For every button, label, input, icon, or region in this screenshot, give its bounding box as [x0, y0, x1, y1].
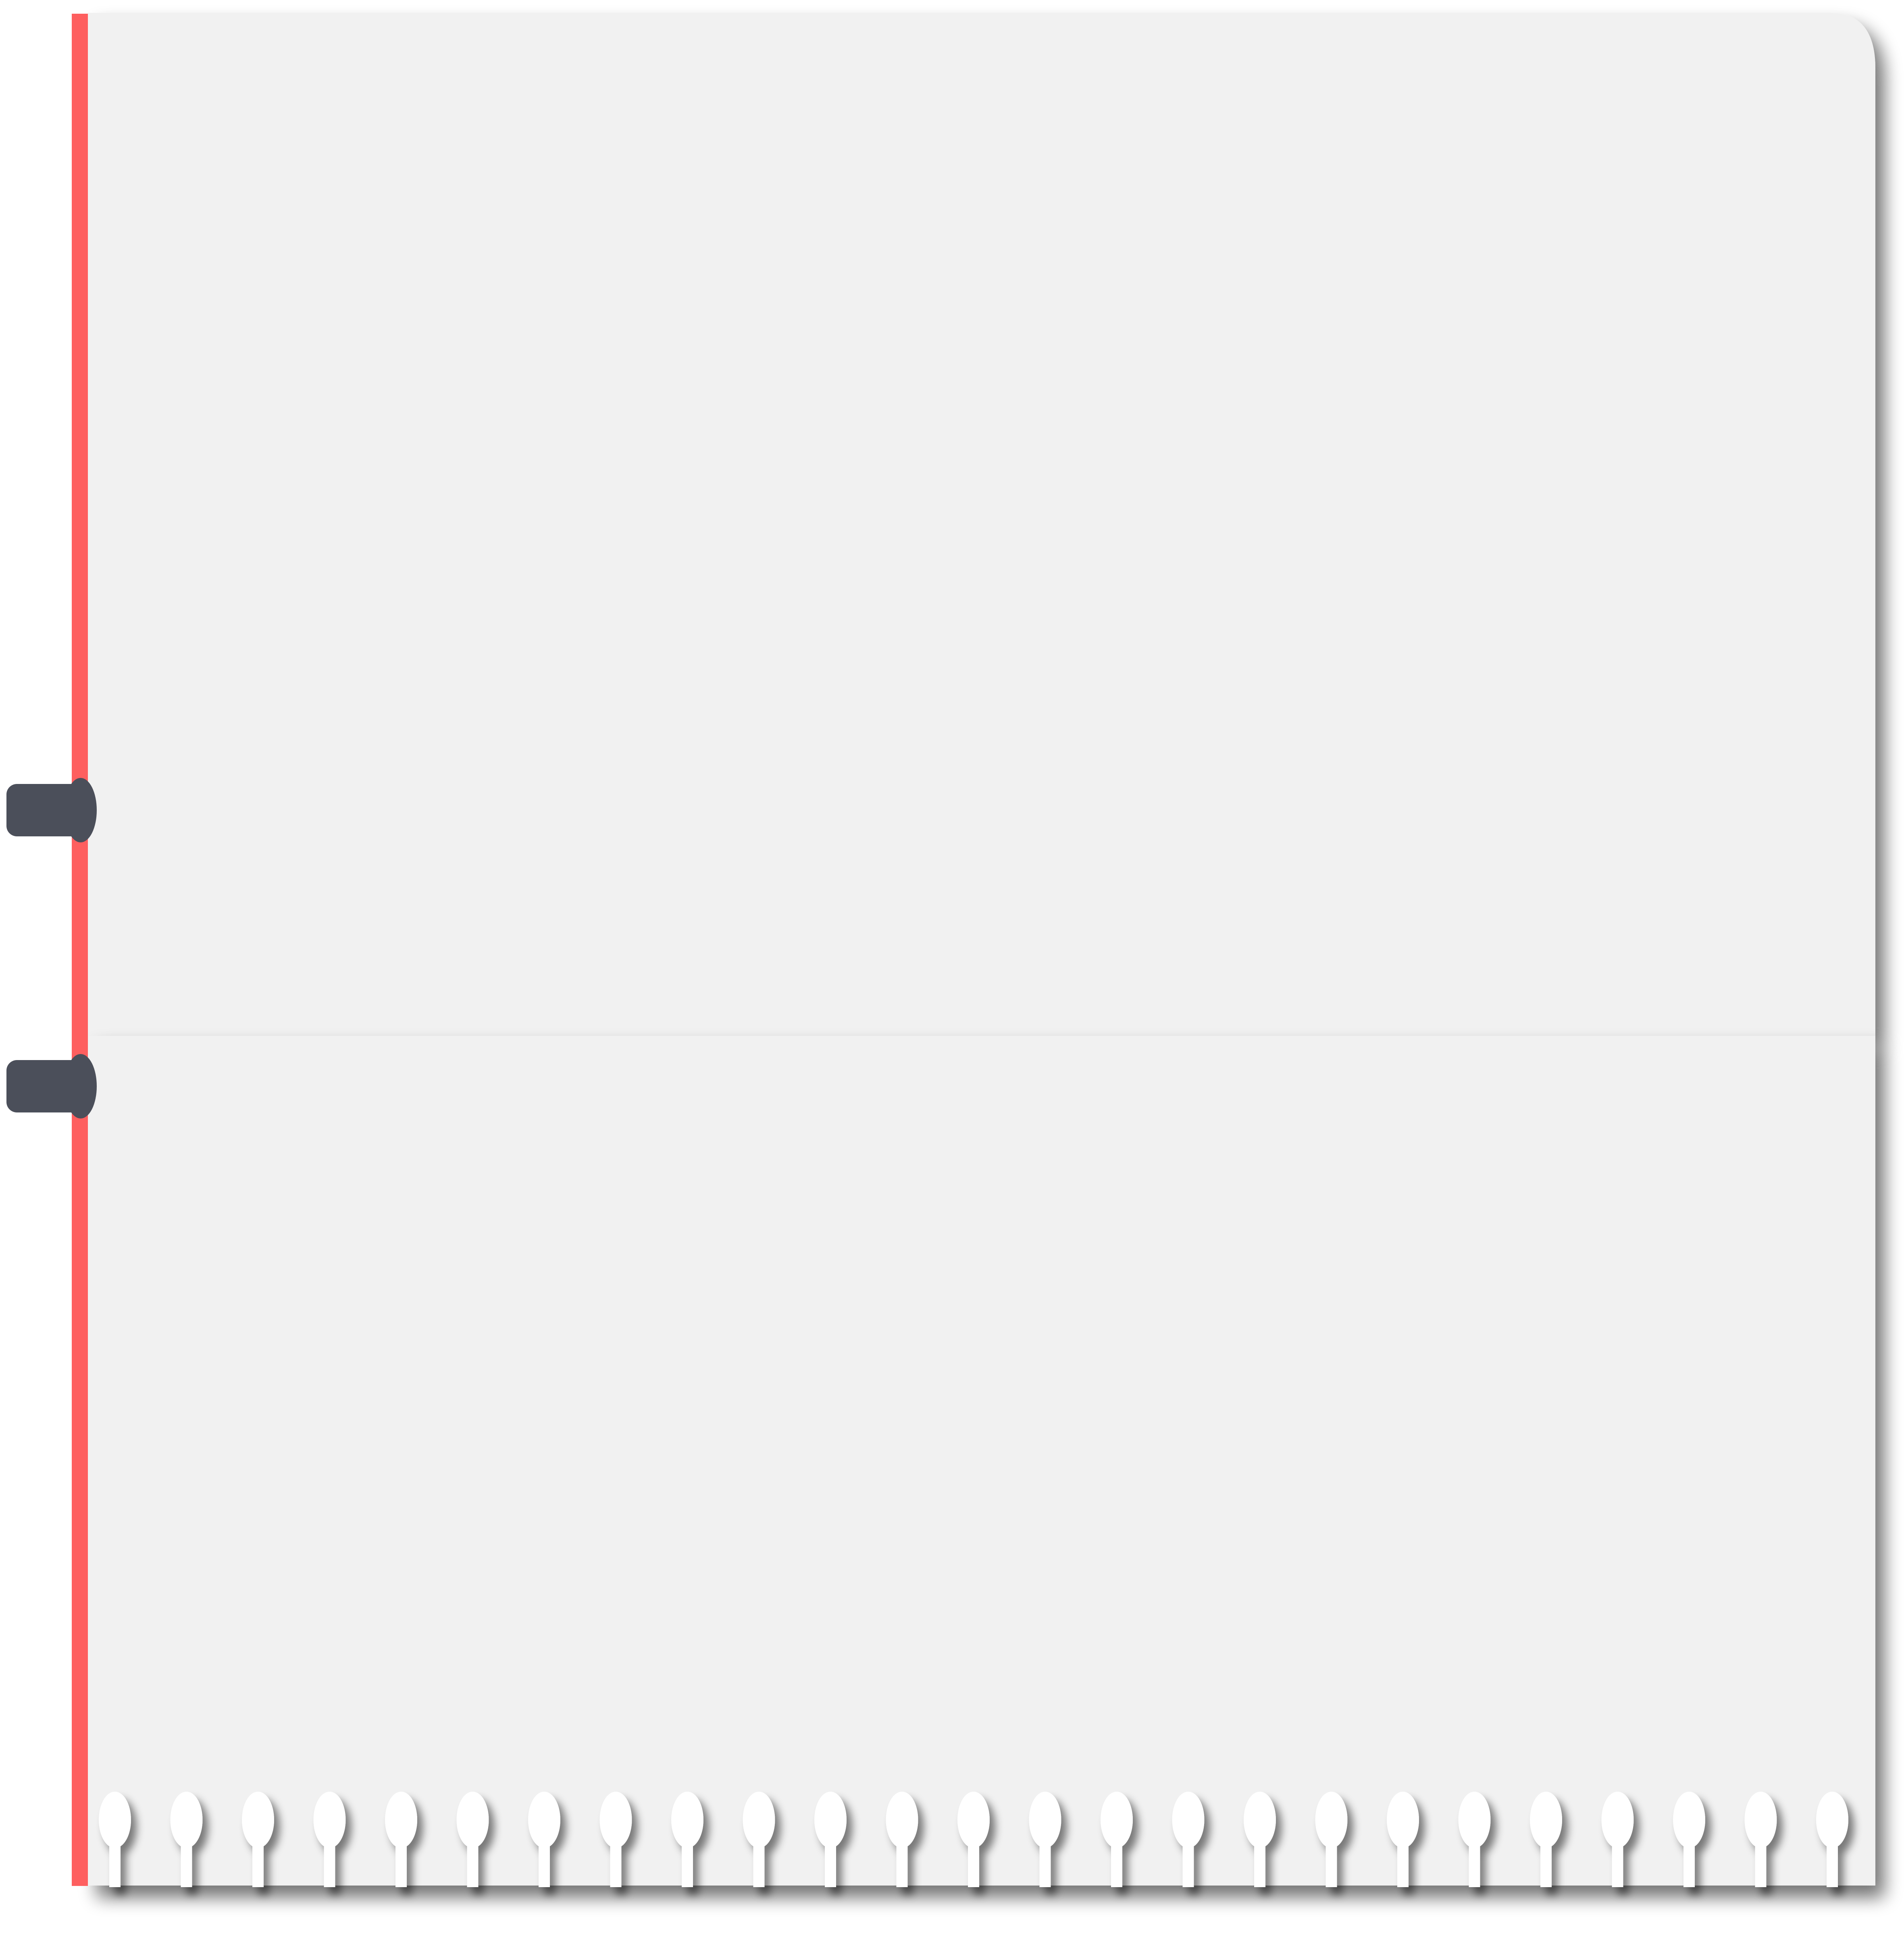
clip-icon: [6, 778, 97, 842]
clip-icon: [6, 1054, 97, 1119]
upper-sheet: [88, 13, 1875, 1036]
notepad-scene: [6, 13, 1875, 1887]
lower-sheet: [88, 1036, 1875, 1886]
margin-line: [72, 14, 88, 1886]
